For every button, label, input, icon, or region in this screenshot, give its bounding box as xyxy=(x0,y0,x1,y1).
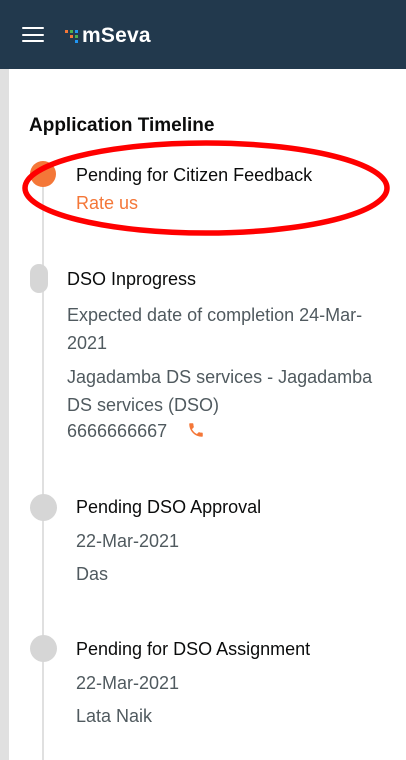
timeline-assignee: Lata Naik xyxy=(76,706,153,726)
left-edge-bar xyxy=(0,69,9,760)
timeline-status-dso-approval: Pending DSO Approval xyxy=(76,497,262,517)
app-logo[interactable]: mSeva xyxy=(64,25,151,47)
app-name: mSeva xyxy=(82,24,151,47)
dso-phone-number[interactable]: 6666666667 xyxy=(67,420,167,442)
app-header: mSeva xyxy=(0,0,406,69)
timeline-date: 22-Mar-2021 xyxy=(76,531,180,551)
phone-icon[interactable] xyxy=(187,421,205,439)
timeline-dot xyxy=(30,494,57,521)
timeline-dot xyxy=(30,264,48,293)
timeline-dot xyxy=(30,635,57,662)
timeline-date: 22-Mar-2021 xyxy=(76,673,180,693)
timeline-title: Application Timeline xyxy=(29,115,215,136)
hamburger-menu-icon[interactable] xyxy=(22,27,44,43)
timeline-assignee: Das xyxy=(76,564,109,584)
timeline-status-dso-inprogress: DSO Inprogress xyxy=(67,269,197,289)
mseva-logo-icon xyxy=(65,30,78,43)
expected-completion-date: Expected date of completion 24-Mar-2021 xyxy=(67,305,363,353)
red-ellipse-highlight xyxy=(22,140,390,236)
dso-vendor-name: Jagadamba DS services - Jagadamba DS ser… xyxy=(67,367,373,415)
timeline-status-dso-assignment: Pending for DSO Assignment xyxy=(76,639,311,659)
